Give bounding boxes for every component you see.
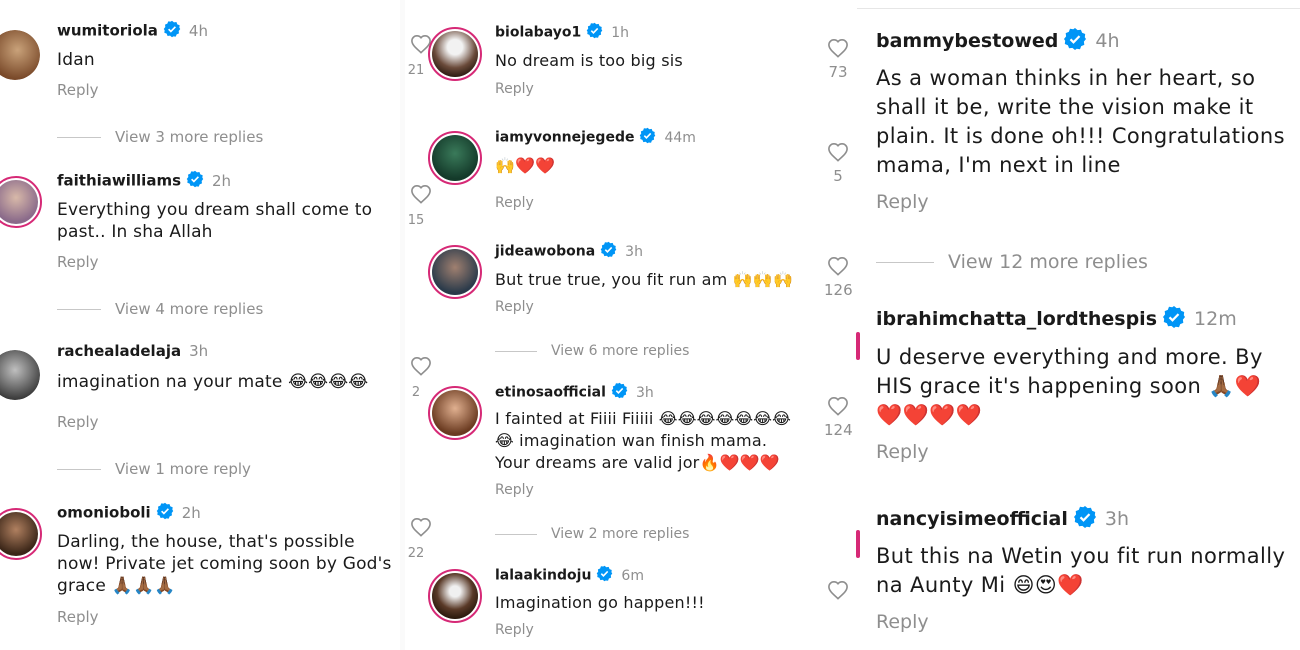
comment-username[interactable]: faithiawilliams 2h (57, 170, 231, 192)
comment-username[interactable]: omonioboli 2h (57, 502, 201, 524)
like-count: 15 (407, 213, 425, 228)
verified-badge-icon (1073, 505, 1097, 534)
heart-outline-icon[interactable] (827, 256, 849, 280)
comment-time: 4h (188, 21, 208, 40)
heart-outline-icon[interactable] (827, 38, 849, 62)
heart-outline-icon[interactable] (410, 356, 432, 380)
reply-button[interactable]: Reply (876, 191, 929, 213)
comment-time: 3h (635, 384, 654, 401)
comment-text: U deserve everything and more. By HIS gr… (876, 345, 1263, 427)
comment-time: 12m (1194, 308, 1237, 330)
reply-button[interactable]: Reply (495, 622, 534, 638)
comment-username[interactable]: etinosaofficial 3h (495, 382, 654, 403)
heart-outline-icon[interactable] (410, 184, 432, 208)
comment-username[interactable]: wumitoriola 4h (57, 20, 208, 42)
comments-panel-1: wumitoriola 4h Idan Reply View 3 more rep… (0, 0, 400, 650)
like-count: 21 (407, 63, 425, 78)
verified-badge-icon (600, 241, 617, 262)
verified-badge-icon (1063, 27, 1087, 56)
like-count: 22 (407, 546, 425, 561)
reply-button[interactable]: Reply (495, 195, 534, 211)
heart-outline-icon[interactable] (410, 517, 432, 541)
reply-button[interactable]: Reply (57, 253, 99, 271)
comment-time: 3h (1104, 508, 1130, 530)
avatar[interactable] (0, 30, 40, 80)
like-count: 5 (833, 167, 843, 185)
avatar[interactable] (856, 530, 860, 558)
comment-time: 4h (1095, 30, 1120, 52)
comment-time: 1h (611, 24, 629, 41)
avatar[interactable] (428, 386, 482, 440)
view-more-replies[interactable]: View 3 more replies (57, 128, 263, 146)
reply-button[interactable]: Reply (876, 441, 929, 463)
reply-button[interactable]: Reply (495, 299, 534, 315)
reply-button[interactable]: Reply (57, 608, 99, 626)
divider (857, 8, 1300, 9)
verified-badge-icon (1162, 305, 1186, 334)
reply-button[interactable]: Reply (57, 413, 99, 431)
comment-time: 6m (621, 567, 644, 584)
comment-time: 2h (181, 503, 201, 522)
comment-text: But true true, you fit run am 🙌🙌🙌 (495, 270, 794, 289)
comment-text: As a woman thinks in her heart, so shall… (876, 66, 1285, 177)
comment-text: No dream is too big sis (495, 51, 683, 70)
comments-panel-3: 73 5 126 124 bammybestowed 4h As a woman … (825, 0, 1300, 650)
comment-username[interactable]: lalaakindoju 6m (495, 565, 644, 586)
comment-username[interactable]: jideawobona 3h (495, 241, 643, 262)
comment-text: But this na Wetin you fit run normally n… (876, 544, 1286, 597)
comment-text: Idan (57, 50, 95, 70)
avatar[interactable] (0, 176, 42, 228)
comment-text: Imagination go happen!!! (495, 593, 705, 612)
comment-username[interactable]: biolabayo1 1h (495, 22, 629, 43)
comments-panel-2: 21 15 2 22 biolabayo1 1h No dream is too … (405, 0, 825, 650)
comment-username[interactable]: ibrahimchatta_lordthespis 12m (876, 305, 1237, 334)
avatar[interactable] (0, 350, 40, 400)
heart-outline-icon[interactable] (827, 396, 849, 420)
comment-text: I fainted at Fiiii Fiiiii 😂😂😂😂😂😂😂😂 imagi… (495, 409, 792, 472)
verified-badge-icon (186, 170, 204, 192)
avatar[interactable] (856, 332, 860, 360)
comment-time: 3h (189, 342, 209, 360)
view-more-replies[interactable]: View 4 more replies (57, 300, 263, 318)
avatar[interactable] (428, 131, 482, 185)
verified-badge-icon (586, 22, 603, 43)
avatar[interactable] (0, 508, 42, 560)
view-more-replies[interactable]: View 1 more reply (57, 460, 251, 478)
comment-time: 44m (664, 129, 696, 146)
comment-username[interactable]: bammybestowed 4h (876, 27, 1120, 56)
verified-badge-icon (596, 565, 613, 586)
avatar[interactable] (428, 569, 482, 623)
heart-outline-icon[interactable] (827, 580, 849, 604)
reply-button[interactable]: Reply (495, 482, 534, 498)
like-count: 124 (825, 421, 853, 439)
like-count: 126 (825, 281, 853, 299)
verified-badge-icon (639, 127, 656, 148)
like-count: 2 (411, 385, 421, 400)
reply-button[interactable]: Reply (876, 611, 929, 633)
verified-badge-icon (156, 502, 174, 524)
verified-badge-icon (163, 20, 181, 42)
verified-badge-icon (611, 382, 628, 403)
comment-username[interactable]: nancyisimeofficial 3h (876, 505, 1129, 534)
comment-text: Everything you dream shall come to past.… (57, 200, 373, 242)
comment-time: 2h (212, 171, 232, 190)
avatar[interactable] (428, 27, 482, 81)
comment-text: imagination na your mate 😂😂😂😂 (57, 372, 369, 392)
comment-time: 3h (625, 243, 643, 260)
view-more-replies[interactable]: View 6 more replies (495, 343, 689, 359)
comment-text: 🙌❤️❤️ (495, 156, 556, 175)
reply-button[interactable]: Reply (57, 81, 99, 99)
heart-outline-icon[interactable] (827, 142, 849, 166)
view-more-replies[interactable]: View 12 more replies (876, 251, 1148, 273)
view-more-replies[interactable]: View 2 more replies (495, 526, 689, 542)
reply-button[interactable]: Reply (495, 81, 534, 97)
avatar[interactable] (428, 245, 482, 299)
like-count: 73 (828, 63, 848, 81)
comment-username[interactable]: rachealadelaja 3h (57, 342, 208, 360)
comment-username[interactable]: iamyvonnejegede 44m (495, 127, 696, 148)
comment-text: Darling, the house, that's possible now!… (57, 532, 392, 596)
